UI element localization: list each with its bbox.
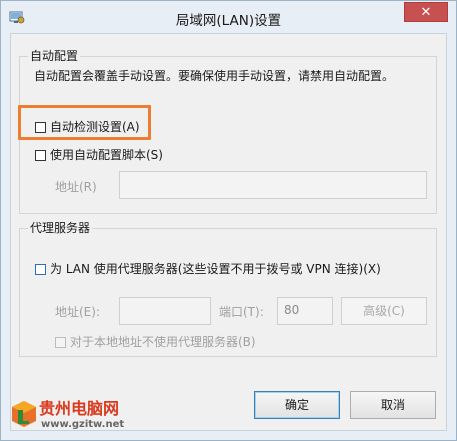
close-button[interactable]: ✕ bbox=[404, 2, 448, 22]
script-address-input[interactable] bbox=[119, 171, 427, 199]
proxy-legend: 代理服务器 bbox=[28, 220, 93, 236]
use-proxy-checkbox[interactable]: 为 LAN 使用代理服务器(这些设置不用于拨号或 VPN 连接)(X) bbox=[35, 261, 381, 277]
proxy-address-input[interactable] bbox=[119, 297, 211, 325]
use-auto-config-script-checkbox[interactable]: 使用自动配置脚本(S) bbox=[35, 147, 163, 163]
proxy-port-label: 端口(T): bbox=[219, 305, 264, 319]
window-title: 局域网(LAN)设置 bbox=[175, 13, 282, 29]
auto-detect-highlight bbox=[18, 105, 151, 140]
proxy-port-input[interactable]: 80 bbox=[277, 297, 333, 325]
use-proxy-label: 为 LAN 使用代理服务器(这些设置不用于拨号或 VPN 连接)(X) bbox=[50, 262, 381, 276]
watermark-url: www.gzitw.net bbox=[41, 419, 125, 430]
ok-button[interactable]: 确定 bbox=[254, 391, 340, 419]
use-script-label: 使用自动配置脚本(S) bbox=[50, 148, 163, 162]
checkbox-box[interactable] bbox=[35, 264, 46, 275]
auto-config-description: 自动配置会覆盖手动设置。要确保使用手动设置，请禁用自动配置。 bbox=[34, 69, 395, 83]
auto-config-legend: 自动配置 bbox=[28, 48, 81, 64]
site-logo-icon bbox=[9, 399, 39, 429]
proxy-address-label: 地址(E): bbox=[55, 305, 100, 319]
checkbox-box[interactable] bbox=[35, 150, 46, 161]
advanced-button[interactable]: 高级(C) bbox=[341, 297, 427, 325]
script-address-label: 地址(R) bbox=[55, 180, 97, 194]
close-icon: ✕ bbox=[420, 5, 432, 20]
bypass-local-checkbox[interactable]: 对于本地地址不使用代理服务器(B) bbox=[55, 334, 256, 350]
checkbox-box[interactable] bbox=[55, 337, 66, 348]
bypass-local-label: 对于本地地址不使用代理服务器(B) bbox=[70, 335, 256, 349]
lan-settings-dialog: 局域网(LAN)设置 ✕ 自动配置 自动配置会覆盖手动设置。要确保使用手动设置，… bbox=[0, 0, 457, 441]
cancel-button[interactable]: 取消 bbox=[350, 391, 436, 419]
dialog-body: 自动配置 自动配置会覆盖手动设置。要确保使用手动设置，请禁用自动配置。 自动检测… bbox=[10, 33, 447, 431]
watermark-title: 贵州电脑网 bbox=[39, 399, 120, 418]
title-bar[interactable]: 局域网(LAN)设置 ✕ bbox=[1, 1, 456, 33]
